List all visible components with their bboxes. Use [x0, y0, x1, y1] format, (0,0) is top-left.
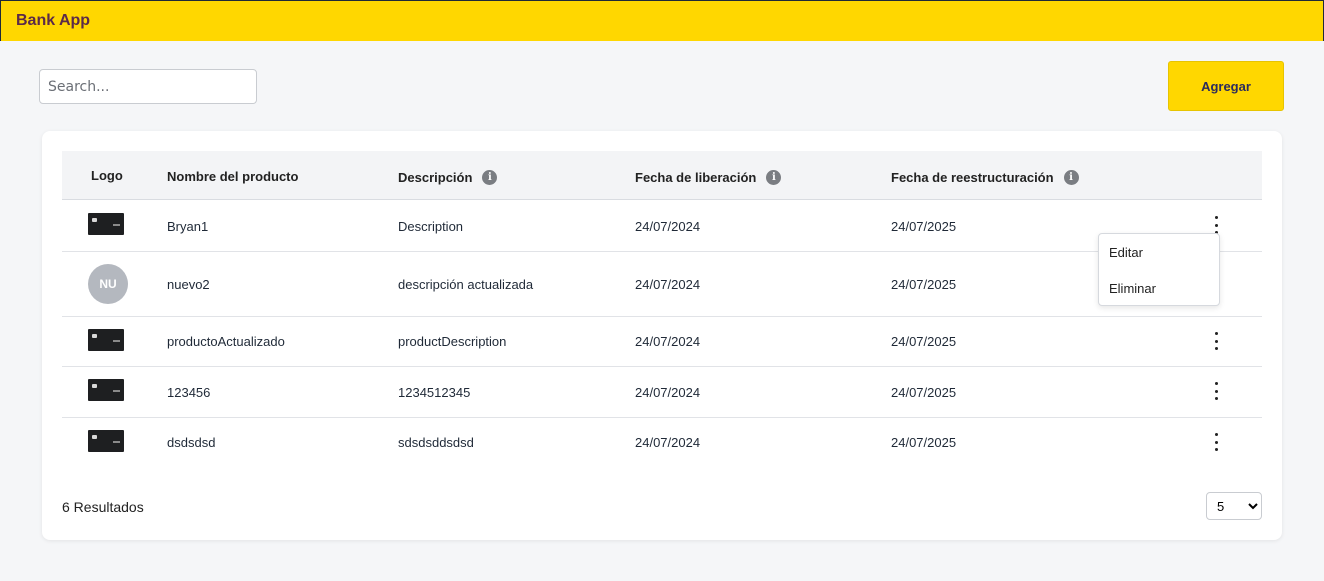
menu-item-edit[interactable]: Editar — [1109, 245, 1143, 260]
product-logo — [88, 329, 124, 351]
table-row: NU nuevo2 descripción actualizada 24/07/… — [62, 252, 1262, 317]
product-description: Description — [398, 219, 464, 234]
column-header-name-label: Nombre del producto — [167, 169, 299, 184]
table-row: 123456 1234512345 24/07/2024 24/07/2025 — [62, 367, 1262, 418]
table-row: productoActualizado productDescription 2… — [62, 317, 1262, 367]
info-icon[interactable]: i — [766, 170, 782, 185]
results-count: 6 Resultados — [62, 499, 144, 515]
column-header-description-label: Descripción — [398, 170, 473, 185]
product-logo — [88, 379, 124, 401]
column-header-release: Fecha de liberación i — [635, 170, 782, 185]
column-header-description: Descripción i — [398, 170, 498, 185]
product-description: sdsdsddsdsd — [398, 435, 474, 450]
product-name: 123456 — [167, 385, 211, 400]
revision-date: 24/07/2025 — [891, 435, 957, 450]
release-date: 24/07/2024 — [635, 435, 701, 450]
more-vertical-icon[interactable] — [1210, 382, 1222, 400]
product-description: productDescription — [398, 334, 507, 349]
page-size-select[interactable]: 5 — [1206, 492, 1262, 520]
product-logo — [88, 430, 124, 452]
release-date: 24/07/2024 — [635, 219, 701, 234]
revision-date: 24/07/2025 — [891, 385, 957, 400]
column-header-logo-label: Logo — [91, 168, 123, 183]
search-input[interactable] — [39, 69, 257, 104]
app-title: Bank App — [16, 12, 91, 29]
column-header-revision: Fecha de reestructuración i — [891, 170, 1079, 185]
column-header-name: Nombre del producto — [167, 169, 298, 184]
more-vertical-icon[interactable] — [1210, 332, 1222, 350]
product-description: 1234512345 — [398, 385, 471, 400]
product-name: Bryan1 — [167, 219, 209, 234]
table-header: Logo Nombre del producto Descripción i F… — [62, 151, 1262, 200]
table-row: dsdsdsd sdsdsddsdsd 24/07/2024 24/07/202… — [62, 418, 1262, 467]
product-name: productoActualizado — [167, 334, 285, 349]
product-logo — [88, 213, 124, 235]
release-date: 24/07/2024 — [635, 385, 701, 400]
revision-date: 24/07/2025 — [891, 277, 957, 292]
column-header-logo: Logo — [91, 168, 123, 183]
product-name: nuevo2 — [167, 277, 210, 292]
release-date: 24/07/2024 — [635, 334, 701, 349]
release-date: 24/07/2024 — [635, 277, 701, 292]
column-header-release-label: Fecha de liberación — [635, 170, 757, 185]
info-icon[interactable]: i — [1063, 170, 1079, 185]
add-product-button[interactable]: Agregar — [1168, 61, 1284, 111]
products-table-card: Logo Nombre del producto Descripción i F… — [42, 131, 1282, 540]
row-actions-menu: Editar Eliminar — [1098, 233, 1220, 306]
revision-date: 24/07/2025 — [891, 219, 957, 234]
info-icon[interactable]: i — [482, 170, 498, 185]
column-header-revision-label: Fecha de reestructuración — [891, 170, 1054, 185]
product-description: descripción actualizada — [398, 277, 534, 292]
menu-item-delete[interactable]: Eliminar — [1109, 281, 1156, 296]
revision-date: 24/07/2025 — [891, 334, 957, 349]
app-header: Bank App — [0, 0, 1324, 41]
more-vertical-icon[interactable] — [1210, 216, 1222, 234]
product-name: dsdsdsd — [167, 435, 216, 450]
more-vertical-icon[interactable] — [1210, 433, 1222, 451]
product-avatar: NU — [88, 264, 128, 304]
table-row: Bryan1 Description 24/07/2024 24/07/2025 — [62, 201, 1262, 252]
